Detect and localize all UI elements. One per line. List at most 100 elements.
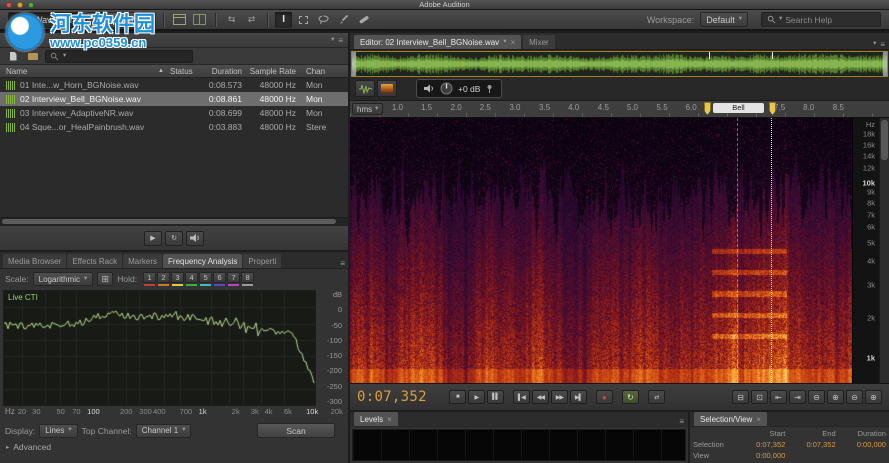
- slip-tool-button[interactable]: ⇆: [223, 12, 240, 28]
- play-button[interactable]: ▶: [468, 390, 485, 404]
- window-titlebar[interactable]: Adobe Audition: [0, 0, 889, 10]
- stop-button[interactable]: ■: [449, 390, 466, 404]
- overview-navigator[interactable]: [351, 51, 888, 77]
- tab-levels[interactable]: Levels ×: [354, 412, 398, 426]
- spectrogram-area[interactable]: [350, 118, 852, 383]
- marker-handle-right[interactable]: [769, 102, 776, 115]
- rewind-button[interactable]: ◀◀: [532, 390, 549, 404]
- zoom-in-left-edge-button[interactable]: ⇤: [770, 390, 787, 404]
- waveform-view-button[interactable]: Waveform: [8, 12, 83, 28]
- frequency-graph[interactable]: Live CTI: [3, 290, 316, 406]
- file-row[interactable]: 03 Interview_AdaptiveNR.wav 0:08.699 480…: [0, 106, 348, 120]
- panel-menu-icon[interactable]: ≡: [679, 417, 684, 426]
- lasso-selection-tool-button[interactable]: [315, 12, 332, 28]
- chevron-down-icon[interactable]: ▾: [503, 39, 506, 46]
- advanced-section[interactable]: ▸ Advanced: [0, 440, 348, 453]
- scan-button[interactable]: Scan: [257, 423, 335, 438]
- hold-button[interactable]: 4: [185, 272, 198, 286]
- chevron-down-icon[interactable]: ▾: [331, 37, 334, 44]
- marquee-selection-tool-button[interactable]: [295, 12, 312, 28]
- preview-play-button[interactable]: ▶: [144, 231, 162, 246]
- skip-forward-button[interactable]: ▶▌: [570, 390, 587, 404]
- pin-hud-icon[interactable]: [485, 84, 494, 93]
- grid-toggle-button[interactable]: ⊞: [97, 272, 113, 286]
- preview-loop-button[interactable]: ↻: [165, 231, 183, 246]
- help-search-box[interactable]: ▾: [761, 12, 881, 27]
- volume-hud[interactable]: +0 dB: [416, 79, 502, 98]
- playhead-line[interactable]: [771, 118, 772, 383]
- zoom-out-horizontal-button[interactable]: ⊖: [808, 390, 825, 404]
- zoom-in-right-edge-button[interactable]: ⇥: [789, 390, 806, 404]
- spot-healing-brush-tool-button[interactable]: [355, 12, 372, 28]
- column-status[interactable]: Status: [170, 67, 198, 76]
- skip-back-button[interactable]: ▌◀: [513, 390, 530, 404]
- volume-knob-icon[interactable]: [440, 82, 453, 95]
- panel-menu-icon[interactable]: ≡: [880, 40, 885, 49]
- workspace-dropdown[interactable]: Default ▾: [700, 12, 748, 27]
- fast-forward-button[interactable]: ▶▶: [551, 390, 568, 404]
- file-row[interactable]: 02 Interview_Bell_BGNoise.wav 0:08.861 4…: [0, 92, 348, 106]
- panel-menu-icon[interactable]: ≡: [340, 259, 345, 268]
- import-file-button[interactable]: [5, 50, 21, 63]
- marker-label[interactable]: Bell: [713, 103, 764, 113]
- multitrack-view-button[interactable]: Multitrack: [86, 12, 157, 28]
- chevron-down-icon[interactable]: ▾: [873, 41, 876, 48]
- panel-tab[interactable]: Frequency Analysis: [163, 254, 242, 268]
- tab-editor[interactable]: Editor: 02 Interview_Bell_BGNoise.wav ▾ …: [354, 35, 521, 49]
- time-format-selector[interactable]: hms ▾: [352, 103, 383, 115]
- column-name[interactable]: Name ▲: [0, 67, 170, 76]
- tab-selection-view[interactable]: Selection/View ×: [694, 412, 767, 426]
- current-time-display[interactable]: 0:07,352: [357, 389, 427, 405]
- minimize-window-button[interactable]: [17, 2, 23, 8]
- record-button[interactable]: ●: [596, 390, 613, 404]
- hold-button[interactable]: 3: [171, 272, 184, 286]
- scrollbar-thumb[interactable]: [881, 120, 888, 160]
- top-channel-dropdown[interactable]: Channel 1 ▾: [136, 424, 192, 438]
- split-layout-button[interactable]: [191, 12, 208, 28]
- file-row[interactable]: 01 Inte...w_Horn_BGNoise.wav 0:08.573 48…: [0, 78, 348, 92]
- close-icon[interactable]: ×: [510, 38, 515, 47]
- close-icon[interactable]: ×: [756, 415, 761, 424]
- column-channels[interactable]: Chan: [296, 67, 348, 76]
- panel-tab[interactable]: Effects Rack: [67, 254, 122, 268]
- range-handle-right[interactable]: [883, 52, 887, 76]
- selection-duration[interactable]: 0:00,000: [836, 440, 886, 449]
- loop-playback-button[interactable]: ↻: [622, 390, 639, 404]
- panel-tab[interactable]: Properti: [243, 254, 281, 268]
- pause-button[interactable]: ▌▌: [487, 390, 504, 404]
- timeline-ruler[interactable]: hms ▾ 0.51.01.52.02.53.03.54.04.55.05.56…: [350, 101, 889, 118]
- selection-start[interactable]: 0:07,352: [735, 440, 785, 449]
- paintbrush-tool-button[interactable]: [335, 12, 352, 28]
- scale-dropdown[interactable]: Logarithmic ▾: [33, 272, 94, 286]
- view-start[interactable]: 0:00,000: [735, 451, 785, 460]
- panel-tab[interactable]: Markers: [123, 254, 162, 268]
- range-handle-left[interactable]: [352, 52, 356, 76]
- zoom-to-selection-button[interactable]: ⊡: [751, 390, 768, 404]
- preview-autoplay-button[interactable]: [186, 231, 204, 246]
- column-sample-rate[interactable]: Sample Rate: [242, 67, 296, 76]
- hold-button[interactable]: 5: [199, 272, 212, 286]
- scrollbar-thumb[interactable]: [2, 219, 336, 224]
- files-horizontal-scrollbar[interactable]: [0, 217, 348, 225]
- column-duration[interactable]: Duration: [198, 67, 242, 76]
- zoom-out-full-button[interactable]: ⊟: [732, 390, 749, 404]
- panel-menu-icon[interactable]: ≡: [338, 36, 343, 45]
- hold-button[interactable]: 2: [157, 272, 170, 286]
- hold-button[interactable]: 8: [241, 272, 254, 286]
- selection-end[interactable]: 0:07,352: [785, 440, 835, 449]
- show-spectral-display-button[interactable]: [377, 80, 397, 97]
- zoom-window-button[interactable]: [28, 2, 34, 8]
- show-waveform-button[interactable]: [355, 80, 375, 97]
- file-row[interactable]: 04 Sque...or_HealPainbrush.wav 0:03.883 …: [0, 120, 348, 134]
- zoom-in-horizontal-button[interactable]: ⊕: [827, 390, 844, 404]
- tab-mixer[interactable]: Mixer: [523, 35, 555, 49]
- marker-handle-left[interactable]: [704, 102, 711, 115]
- hold-button[interactable]: 1: [143, 272, 156, 286]
- slide-tool-button[interactable]: ⇄: [243, 12, 260, 28]
- close-icon[interactable]: ×: [387, 415, 392, 424]
- hold-button[interactable]: 6: [213, 272, 226, 286]
- zoom-out-vertical-button[interactable]: ⊖: [846, 390, 863, 404]
- hold-button[interactable]: 7: [227, 272, 240, 286]
- search-input[interactable]: [785, 15, 865, 25]
- skip-selection-button[interactable]: ⇄: [648, 390, 665, 404]
